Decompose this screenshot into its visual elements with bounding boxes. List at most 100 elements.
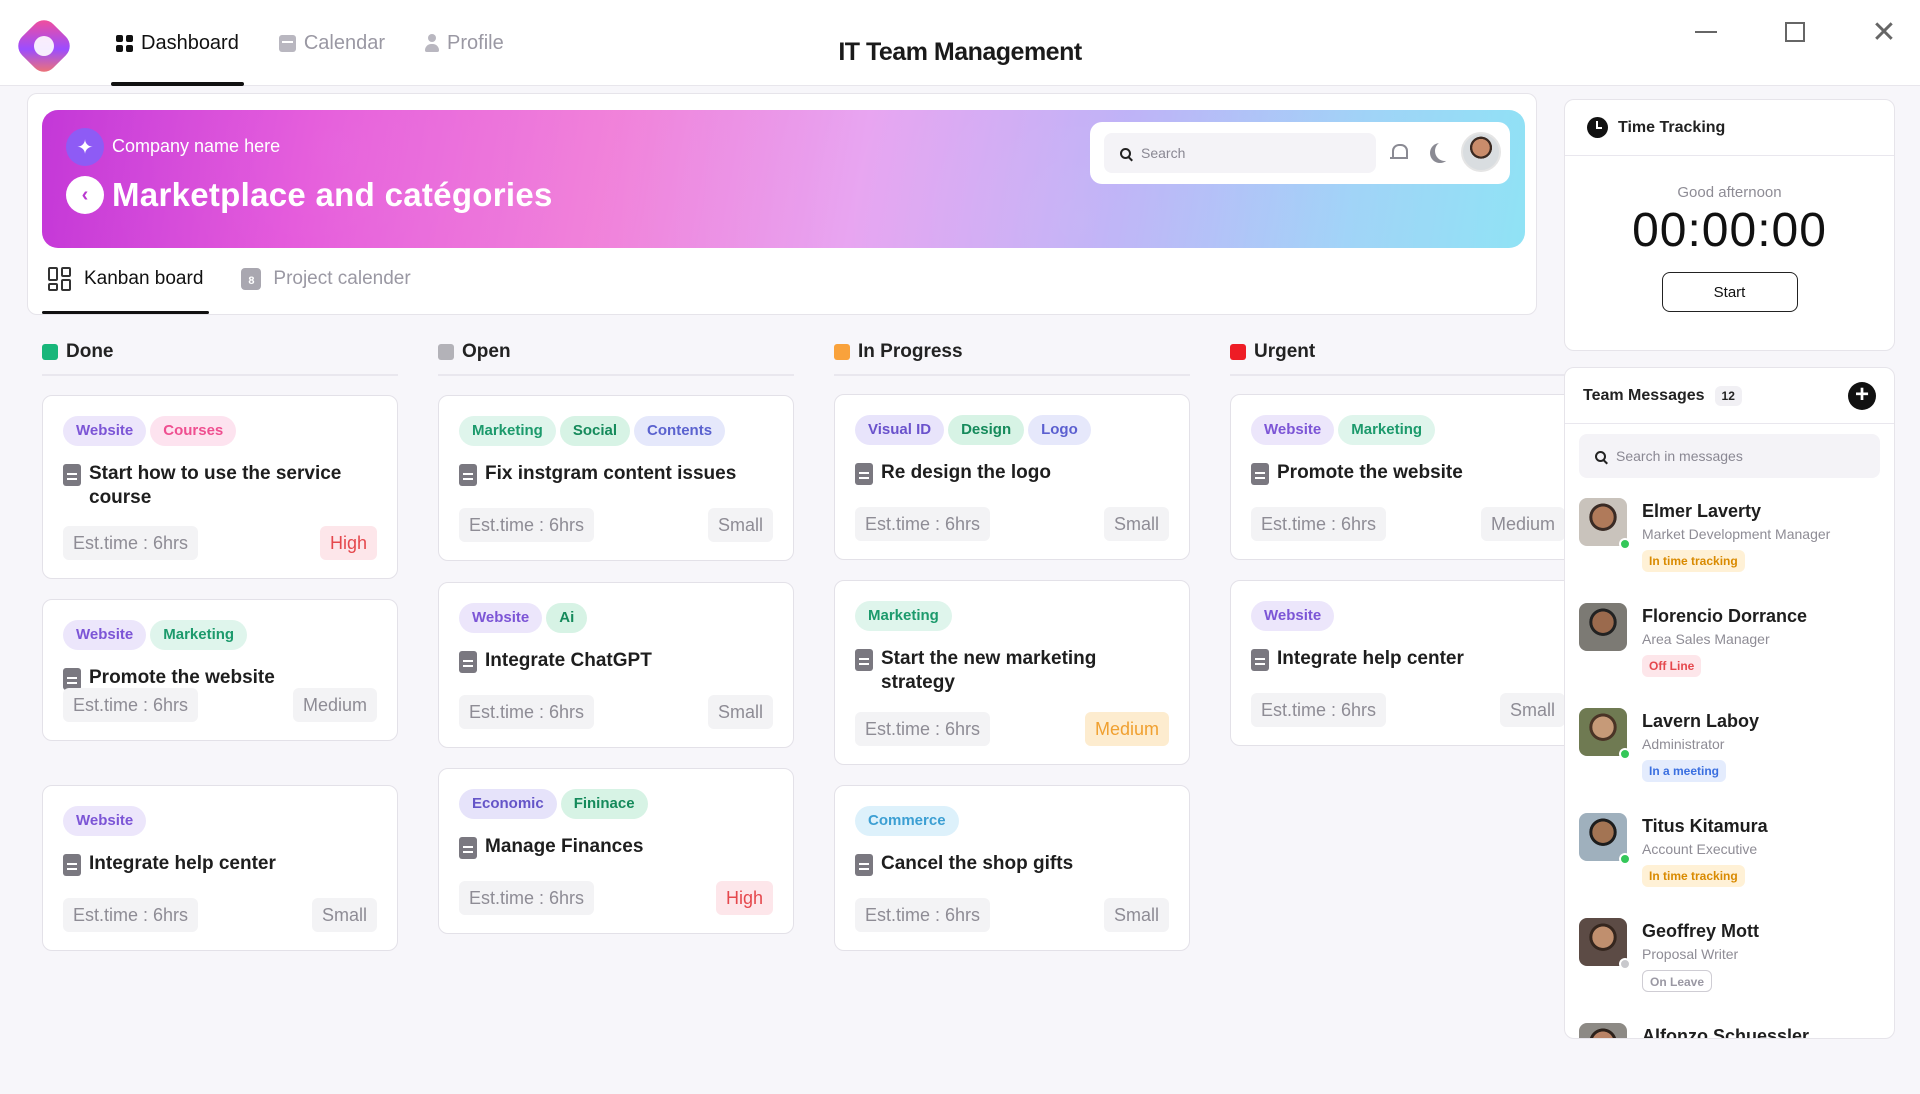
kanban-column: Done <box>42 341 398 376</box>
estimated-time: Est.time : 6hrs <box>63 898 199 932</box>
minimize-button[interactable] <box>1684 14 1728 50</box>
task-tag[interactable]: Social <box>559 416 631 446</box>
task-tag[interactable]: Courses <box>150 416 237 446</box>
close-icon: ✕ <box>1871 15 1897 49</box>
app-logo[interactable] <box>12 14 76 78</box>
nav-dashboard[interactable]: Dashboard <box>110 0 245 86</box>
company-name: Company name here <box>112 136 281 156</box>
task-tag[interactable]: Fininace <box>560 789 648 819</box>
task-card[interactable]: Visual ID Design Logo Re design the logo E… <box>834 394 1190 560</box>
member-role: Market Development Manager <box>1642 526 1831 542</box>
task-footer: Est.time : 6hrs High <box>459 881 773 915</box>
task-tag[interactable]: Website <box>1251 415 1335 445</box>
search-icon <box>1120 147 1131 159</box>
task-tag[interactable]: Marketing <box>1338 415 1436 445</box>
task-tag[interactable]: Logo <box>1028 415 1091 445</box>
task-title: Promote the website <box>1251 461 1565 485</box>
team-member-item[interactable]: Elmer Laverty Market Development Manager I… <box>1579 498 1879 598</box>
task-card[interactable]: Website Ai Integrate ChatGPT Est.time : 6… <box>438 582 794 748</box>
task-tag[interactable]: Commerce <box>855 806 959 836</box>
priority-badge: Medium <box>292 688 377 722</box>
task-tag[interactable]: Ai <box>546 603 588 633</box>
task-card[interactable]: Marketing Social Contents Fix instgram con… <box>438 395 794 561</box>
clock-icon <box>1587 117 1608 138</box>
tag-list: Visual ID Design Logo <box>855 415 1169 445</box>
column-color-marker <box>42 344 58 360</box>
tag-list: Website Marketing <box>1251 415 1565 445</box>
task-title-text: Integrate help center <box>1277 648 1464 669</box>
dark-mode-icon[interactable] <box>1435 141 1455 161</box>
task-tag[interactable]: Website <box>63 416 147 446</box>
task-tag[interactable]: Economic <box>459 789 557 819</box>
team-member-item[interactable]: Geoffrey Mott Proposal Writer On Leave <box>1579 918 1879 1018</box>
document-icon <box>459 651 477 673</box>
priority-badge: Small <box>311 898 377 932</box>
task-card[interactable]: Website Integrate help center Est.time :… <box>42 785 398 951</box>
task-card[interactable]: Website Marketing Promote the website Est… <box>42 599 398 741</box>
message-search-input[interactable]: Search in messages <box>1579 434 1880 478</box>
task-tag[interactable]: Contents <box>634 416 726 446</box>
maximize-icon <box>1785 22 1805 42</box>
task-card[interactable]: Commerce Cancel the shop gifts Est.time … <box>834 785 1190 951</box>
message-search-placeholder: Search in messages <box>1616 448 1743 464</box>
priority-badge: Small <box>1103 898 1169 932</box>
bell-icon[interactable] <box>1389 142 1408 162</box>
document-icon <box>1251 463 1269 485</box>
estimated-time: Est.time : 6hrs <box>855 507 991 541</box>
view-tabs: Kanban board Project calender <box>42 244 443 314</box>
team-member-item[interactable]: Titus Kitamura Account Executive In time t… <box>1579 813 1879 913</box>
member-name: Elmer Laverty <box>1642 501 1762 521</box>
user-avatar[interactable] <box>1461 132 1501 172</box>
priority-badge: High <box>319 526 377 560</box>
team-member-item[interactable]: Lavern Laboy Administrator In a meeting <box>1579 708 1879 808</box>
task-tag[interactable]: Marketing <box>855 601 952 631</box>
kanban-column: Open <box>438 341 794 376</box>
task-tag[interactable]: Marketing <box>150 620 248 650</box>
task-card[interactable]: Website Marketing Promote the website Est… <box>1230 394 1586 560</box>
presence-indicator <box>1619 958 1631 970</box>
task-card[interactable]: Website Integrate help center Est.time :… <box>1230 580 1586 746</box>
search-input[interactable]: Search <box>1104 133 1376 173</box>
task-card[interactable]: Economic Fininace Manage Finances Est.tim… <box>438 768 794 934</box>
maximize-button[interactable] <box>1773 14 1817 50</box>
column-header: Done <box>42 341 398 376</box>
tag-list: Website Ai <box>459 603 773 633</box>
kanban-column: In Progress <box>834 341 1190 376</box>
back-button[interactable]: ‹ <box>66 176 104 214</box>
task-tag[interactable]: Website <box>1251 601 1335 631</box>
task-title: Integrate help center <box>63 852 377 876</box>
task-tag[interactable]: Marketing <box>459 416 556 446</box>
estimated-time: Est.time : 6hrs <box>855 898 991 932</box>
task-tag[interactable]: Website <box>63 620 147 650</box>
task-card[interactable]: Marketing Start the new marketing strate… <box>834 580 1190 765</box>
nav-profile[interactable]: Profile <box>419 0 510 86</box>
task-footer: Est.time : 6hrs Medium <box>855 712 1169 746</box>
task-title: Start the new marketing strategy <box>855 647 1169 695</box>
task-footer: Est.time : 6hrs Small <box>855 898 1169 932</box>
task-title: Promote the website <box>63 666 377 690</box>
task-tag[interactable]: Website <box>459 603 543 633</box>
task-title-text: Promote the website <box>1277 462 1463 483</box>
main-nav: Dashboard Calendar Profile <box>110 0 538 86</box>
task-footer: Est.time : 6hrs Small <box>459 508 773 542</box>
task-tag[interactable]: Visual ID <box>855 415 945 445</box>
tab-kanban-board[interactable]: Kanban board <box>42 244 210 314</box>
search-icon <box>1595 450 1606 462</box>
nav-calendar[interactable]: Calendar <box>273 0 391 86</box>
task-title-text: Promote the website <box>89 667 275 688</box>
team-member-item[interactable]: Alfonzo Schuessler <box>1579 1023 1879 1038</box>
task-tag[interactable]: Design <box>948 415 1025 445</box>
tab-project-calender[interactable]: Project calender <box>235 244 416 314</box>
team-messages-title: Team Messages <box>1583 386 1705 404</box>
column-title: Urgent <box>1254 341 1316 362</box>
task-card[interactable]: Website Courses Start how to use the serv… <box>42 395 398 579</box>
presence-indicator <box>1619 748 1631 760</box>
avatar <box>1579 1023 1627 1038</box>
team-member-item[interactable]: Florencio Dorrance Area Sales Manager Off … <box>1579 603 1879 703</box>
document-icon <box>1251 649 1269 671</box>
add-message-button[interactable]: + <box>1848 381 1876 410</box>
close-button[interactable]: ✕ <box>1862 14 1906 50</box>
start-timer-button[interactable]: Start <box>1661 272 1798 312</box>
task-tag[interactable]: Website <box>63 806 147 836</box>
search-bar: Search <box>1090 122 1510 184</box>
